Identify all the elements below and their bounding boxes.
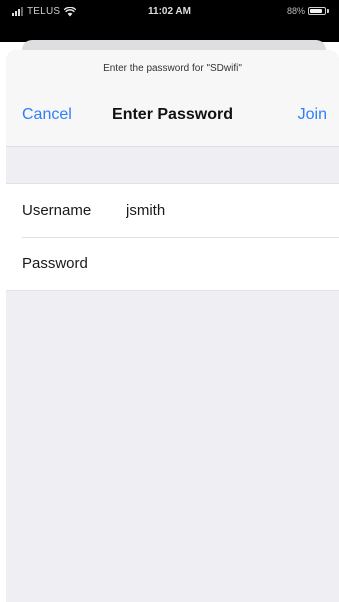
cancel-button[interactable]: Cancel [22, 106, 72, 124]
status-bar: TELUS 11:02 AM 88% [0, 0, 339, 42]
wifi-password-screen: TELUS 11:02 AM 88% Enter the password fo… [0, 0, 339, 602]
username-row[interactable]: Username [6, 184, 339, 237]
battery-icon [308, 7, 326, 15]
password-field[interactable] [126, 255, 339, 272]
battery-cap [327, 9, 329, 13]
navigation-bar: Cancel Enter Password Join [6, 106, 339, 128]
username-field[interactable] [126, 202, 339, 219]
password-row[interactable]: Password [6, 237, 339, 290]
password-label: Password [22, 255, 88, 272]
battery-level-fill [310, 9, 322, 13]
credentials-form: Username Password [6, 183, 339, 291]
username-label: Username [22, 202, 92, 219]
sheet-header: Enter the password for "SDwifi" Cancel E… [6, 50, 339, 147]
battery-percentage: 88% [286, 6, 305, 16]
status-right: 88% [287, 6, 329, 16]
password-sheet: Enter the password for "SDwifi" Cancel E… [6, 50, 339, 602]
join-button[interactable]: Join [298, 106, 327, 124]
network-prompt: Enter the password for "SDwifi" [103, 63, 242, 74]
